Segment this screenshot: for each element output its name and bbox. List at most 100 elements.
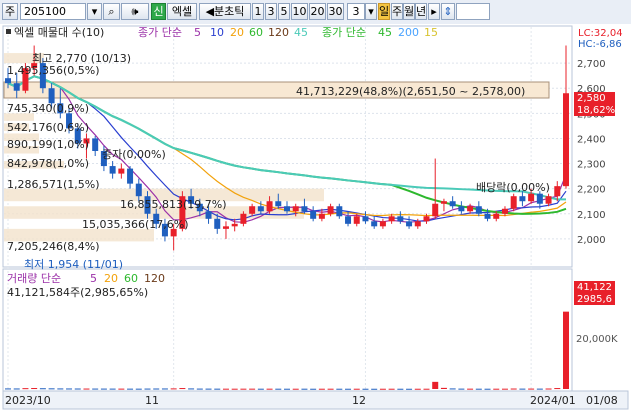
interval-value: 3 — [352, 5, 360, 18]
date-axis-label: 2024/01 — [530, 394, 576, 407]
candle-body — [284, 206, 290, 212]
volume-bar — [22, 388, 29, 390]
volume-bar — [83, 388, 90, 390]
candle-body — [222, 226, 229, 229]
volume-bar — [510, 388, 517, 390]
candle-body — [554, 186, 561, 197]
volume-bar — [379, 388, 386, 390]
date-axis-label: 11 — [145, 394, 159, 407]
chevron-left-icon[interactable]: ▸ — [428, 3, 440, 20]
volume-bar — [327, 388, 334, 390]
volume-bar — [275, 388, 282, 390]
volume-bar — [153, 388, 160, 390]
volume-bar — [240, 388, 247, 390]
dividend-label: 배당락(0,00%) — [476, 181, 550, 194]
interval-input[interactable]: 3 — [347, 3, 365, 20]
period-label: 월 — [404, 5, 415, 18]
hc-label: HC:-6,86 — [578, 39, 622, 50]
candle-body — [563, 93, 569, 187]
legend-ma2-title: 종가 단순 — [322, 26, 366, 39]
period-button[interactable]: 주 — [391, 3, 403, 20]
candle-body — [127, 168, 134, 184]
candle-body — [310, 211, 317, 219]
toolbar: 주 205100 ▾ ⌕ 🕪 신 엑셀 ◀분초틱 1 3 5 10 20 30 … — [0, 0, 631, 25]
volume-bar — [475, 388, 482, 390]
volume-bar — [170, 388, 177, 390]
volume-bar — [563, 311, 569, 389]
interval-button[interactable]: 20 — [309, 3, 326, 20]
interval-button[interactable]: 10 — [291, 3, 308, 20]
price-chart[interactable]: 2,7002,6002,5002,4002,3002,2002,1002,000… — [0, 24, 631, 413]
candle-body — [458, 206, 465, 212]
current-price-value: 2,580 — [577, 93, 606, 104]
volume-bar — [345, 388, 352, 390]
market-select[interactable]: 주 — [2, 3, 18, 20]
legend-ma45: 45 — [378, 26, 392, 39]
candle-body — [449, 201, 456, 207]
legend-ma15: 15 — [424, 26, 438, 39]
profile-label: 542,176(0,6%) — [7, 121, 89, 134]
volume-bar — [48, 388, 55, 390]
chevron-down-icon[interactable]: ▾ — [365, 3, 377, 20]
interval-button[interactable]: 30 — [327, 3, 344, 20]
volume-bar — [284, 388, 290, 390]
lc-label: LC:32,04 — [578, 28, 623, 39]
volume-bar — [39, 388, 46, 390]
volume-bar — [292, 388, 299, 390]
candle-body — [292, 206, 299, 212]
volume-bar — [74, 388, 81, 390]
volume-bar — [432, 381, 439, 389]
volume-pct-value: 2985,6 — [577, 294, 612, 305]
profile-label: 1,286,571(1,5%) — [7, 178, 100, 191]
volume-bar — [388, 388, 395, 390]
interval-label: 30 — [328, 5, 343, 18]
period-button[interactable]: 월 — [403, 3, 415, 20]
price-axis-tick: 2,300 — [577, 160, 606, 171]
period-button[interactable]: 년 — [415, 3, 427, 20]
search-icon[interactable]: ⌕ — [103, 3, 120, 20]
candle-body — [475, 206, 482, 214]
chart-area[interactable]: 2,7002,6002,5002,4002,3002,2002,1002,000… — [0, 24, 631, 413]
price-axis-tick: 2,700 — [577, 59, 606, 70]
candle-body — [501, 208, 508, 214]
interval-button[interactable]: 5 — [278, 3, 290, 20]
tick-toggle-button[interactable]: ◀분초틱 — [199, 3, 251, 20]
new-badge: 신 — [151, 3, 166, 20]
volume-title: 거래량 단순 — [7, 272, 61, 285]
volume-bar — [519, 388, 526, 390]
volume-bar — [545, 388, 552, 390]
stock-code-input[interactable]: 205100 — [20, 3, 86, 20]
candle-body — [240, 213, 247, 224]
volume-bar — [57, 388, 64, 390]
profile-label: 745,340(0,9%) — [7, 102, 89, 115]
volume-bar — [205, 388, 212, 390]
interval-label: 3 — [267, 5, 275, 18]
volume-bar — [179, 388, 186, 390]
candle-body — [345, 216, 352, 224]
volume-bar — [310, 388, 317, 390]
candle-body — [379, 221, 386, 227]
new-badge-label: 신 — [153, 5, 164, 18]
count-input[interactable] — [456, 3, 490, 20]
price-axis-tick: 2,100 — [577, 210, 606, 221]
candle-body — [414, 221, 421, 227]
interval-button[interactable]: 1 — [252, 3, 264, 20]
candle-body — [406, 221, 413, 227]
sort-updown-icon[interactable]: ⇕ — [441, 3, 455, 20]
volume-bar — [423, 388, 430, 390]
volume-bar — [92, 388, 99, 390]
excel-button[interactable]: 엑셀 — [167, 3, 197, 20]
speaker-icon[interactable]: 🕪 — [121, 3, 149, 20]
volume-ma120: 120 — [144, 272, 165, 285]
volume-bar — [484, 388, 491, 390]
date-axis-label: 12 — [352, 394, 366, 407]
candle-body — [484, 213, 491, 219]
chevron-down-icon[interactable]: ▾ — [87, 3, 102, 20]
volume-bar — [188, 388, 195, 390]
volume-bar — [536, 388, 543, 390]
interval-label: 10 — [292, 5, 307, 18]
date-axis-label: 01/08 — [586, 394, 618, 407]
interval-button[interactable]: 3 — [265, 3, 277, 20]
volume-bar — [449, 388, 456, 390]
candle-body — [205, 211, 212, 219]
